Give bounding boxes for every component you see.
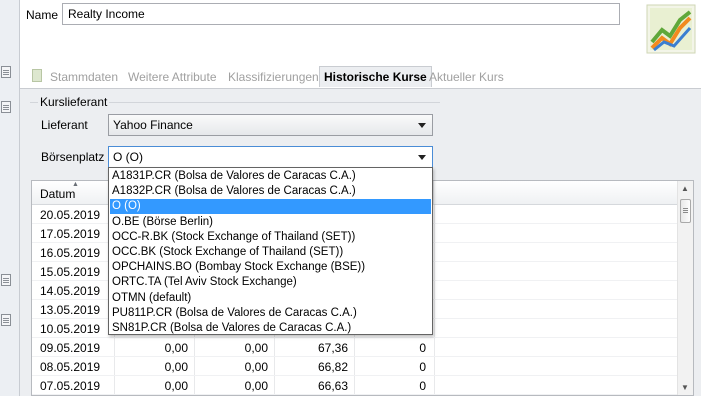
date-cell: 13.05.2019 (40, 303, 101, 317)
value-cell: 0,00 (244, 341, 268, 355)
date-cell: 09.05.2019 (40, 341, 101, 355)
dropdown-option[interactable]: O.BE (Börse Berlin) (110, 215, 431, 230)
document-icon (1, 101, 11, 113)
left-sidebar-strip (0, 0, 20, 396)
date-cell: 17.05.2019 (40, 227, 101, 241)
value-cell: 66,82 (317, 360, 348, 374)
dropdown-option[interactable]: OPCHAINS.BO (Bombay Stock Exchange (BSE)… (110, 260, 431, 275)
value-cell: 0 (419, 360, 426, 374)
value-cell: 0,00 (164, 379, 188, 393)
boersenplatz-label: Börsenplatz (41, 150, 105, 164)
scroll-thumb[interactable] (680, 199, 691, 223)
value-cell: 0,00 (164, 360, 188, 374)
value-cell: 66,63 (317, 379, 348, 393)
dropdown-option[interactable]: A1831P.CR (Bolsa de Valores de Caracas C… (110, 169, 431, 184)
boersenplatz-select[interactable]: O (O) (108, 146, 433, 168)
dropdown-option[interactable]: PU811P.CR (Bolsa de Valores de Caracas C… (110, 306, 431, 321)
dropdown-option[interactable]: ORTC.TA (Tel Aviv Stock Exchange) (110, 275, 431, 290)
security-header: Name Realty Income (20, 0, 701, 62)
lieferant-select[interactable]: Yahoo Finance (108, 114, 433, 136)
document-icon (1, 66, 11, 78)
table-row[interactable]: 08.05.2019 0,00 0,00 66,82 0 (32, 357, 677, 376)
vertical-scrollbar[interactable]: ▲ ▼ (677, 181, 693, 395)
scroll-up-arrow-icon[interactable]: ▲ (681, 184, 689, 193)
document-icon (1, 274, 11, 286)
lieferant-value: Yahoo Finance (113, 118, 193, 132)
dropdown-option[interactable]: SN81P.CR (Bolsa de Valores de Caracas C.… (110, 321, 431, 334)
date-cell: 07.05.2019 (40, 379, 101, 393)
document-icon (1, 314, 11, 326)
value-cell: 0 (419, 379, 426, 393)
page-icon (32, 69, 42, 82)
tab-klassifizierungen[interactable]: Klassifizierungen (224, 67, 323, 88)
value-cell: 0,00 (164, 341, 188, 355)
dropdown-option[interactable]: A1832P.CR (Bolsa de Valores de Caracas C… (110, 184, 431, 199)
tab-aktueller-kurs[interactable]: Aktueller Kurs (425, 67, 508, 88)
date-cell: 16.05.2019 (40, 246, 101, 260)
tab-historische-kurse[interactable]: Historische Kurse (319, 66, 432, 87)
date-cell: 08.05.2019 (40, 360, 101, 374)
dropdown-option[interactable]: OCC.BK (Stock Exchange of Thailand (SET)… (110, 245, 431, 260)
value-cell: 67,36 (317, 341, 348, 355)
portfolio-performance-logo-icon (646, 4, 696, 54)
scroll-down-arrow-icon[interactable]: ▼ (681, 383, 689, 392)
table-row[interactable]: 09.05.2019 0,00 0,00 67,36 0 (32, 338, 677, 357)
value-cell: 0,00 (244, 360, 268, 374)
name-label: Name (26, 8, 59, 22)
date-cell: 15.05.2019 (40, 265, 101, 279)
tab-stammdaten[interactable]: Stammdaten (46, 67, 122, 88)
column-header-label: Datum (40, 187, 76, 201)
tab-bar: Stammdaten Weitere Attribute Klassifizie… (20, 62, 701, 88)
dropdown-option[interactable]: OCC-R.BK (Stock Exchange of Thailand (SE… (110, 230, 431, 245)
value-cell: 0 (419, 341, 426, 355)
column-header-datum[interactable]: ▲ Datum (32, 181, 114, 205)
value-cell: 0,00 (244, 379, 268, 393)
table-row[interactable]: 07.05.2019 0,00 0,00 66,63 0 (32, 376, 677, 395)
chevron-down-icon (418, 123, 426, 128)
kurslieferant-group-label: Kurslieferant (38, 95, 110, 109)
name-input[interactable]: Realty Income (62, 3, 620, 25)
boersenplatz-value: O (O) (113, 150, 143, 164)
date-cell: 20.05.2019 (40, 208, 101, 222)
lieferant-label: Lieferant (41, 118, 88, 132)
tab-weitere-attribute[interactable]: Weitere Attribute (124, 67, 221, 88)
dropdown-option[interactable]: O (O) (110, 199, 431, 215)
dropdown-option[interactable]: OTMN (default) (110, 291, 431, 306)
chevron-down-icon (418, 155, 426, 160)
date-cell: 14.05.2019 (40, 284, 101, 298)
boersenplatz-dropdown-list[interactable]: A1831P.CR (Bolsa de Valores de Caracas C… (108, 167, 433, 335)
date-cell: 10.05.2019 (40, 322, 101, 336)
column-header[interactable] (434, 181, 679, 205)
